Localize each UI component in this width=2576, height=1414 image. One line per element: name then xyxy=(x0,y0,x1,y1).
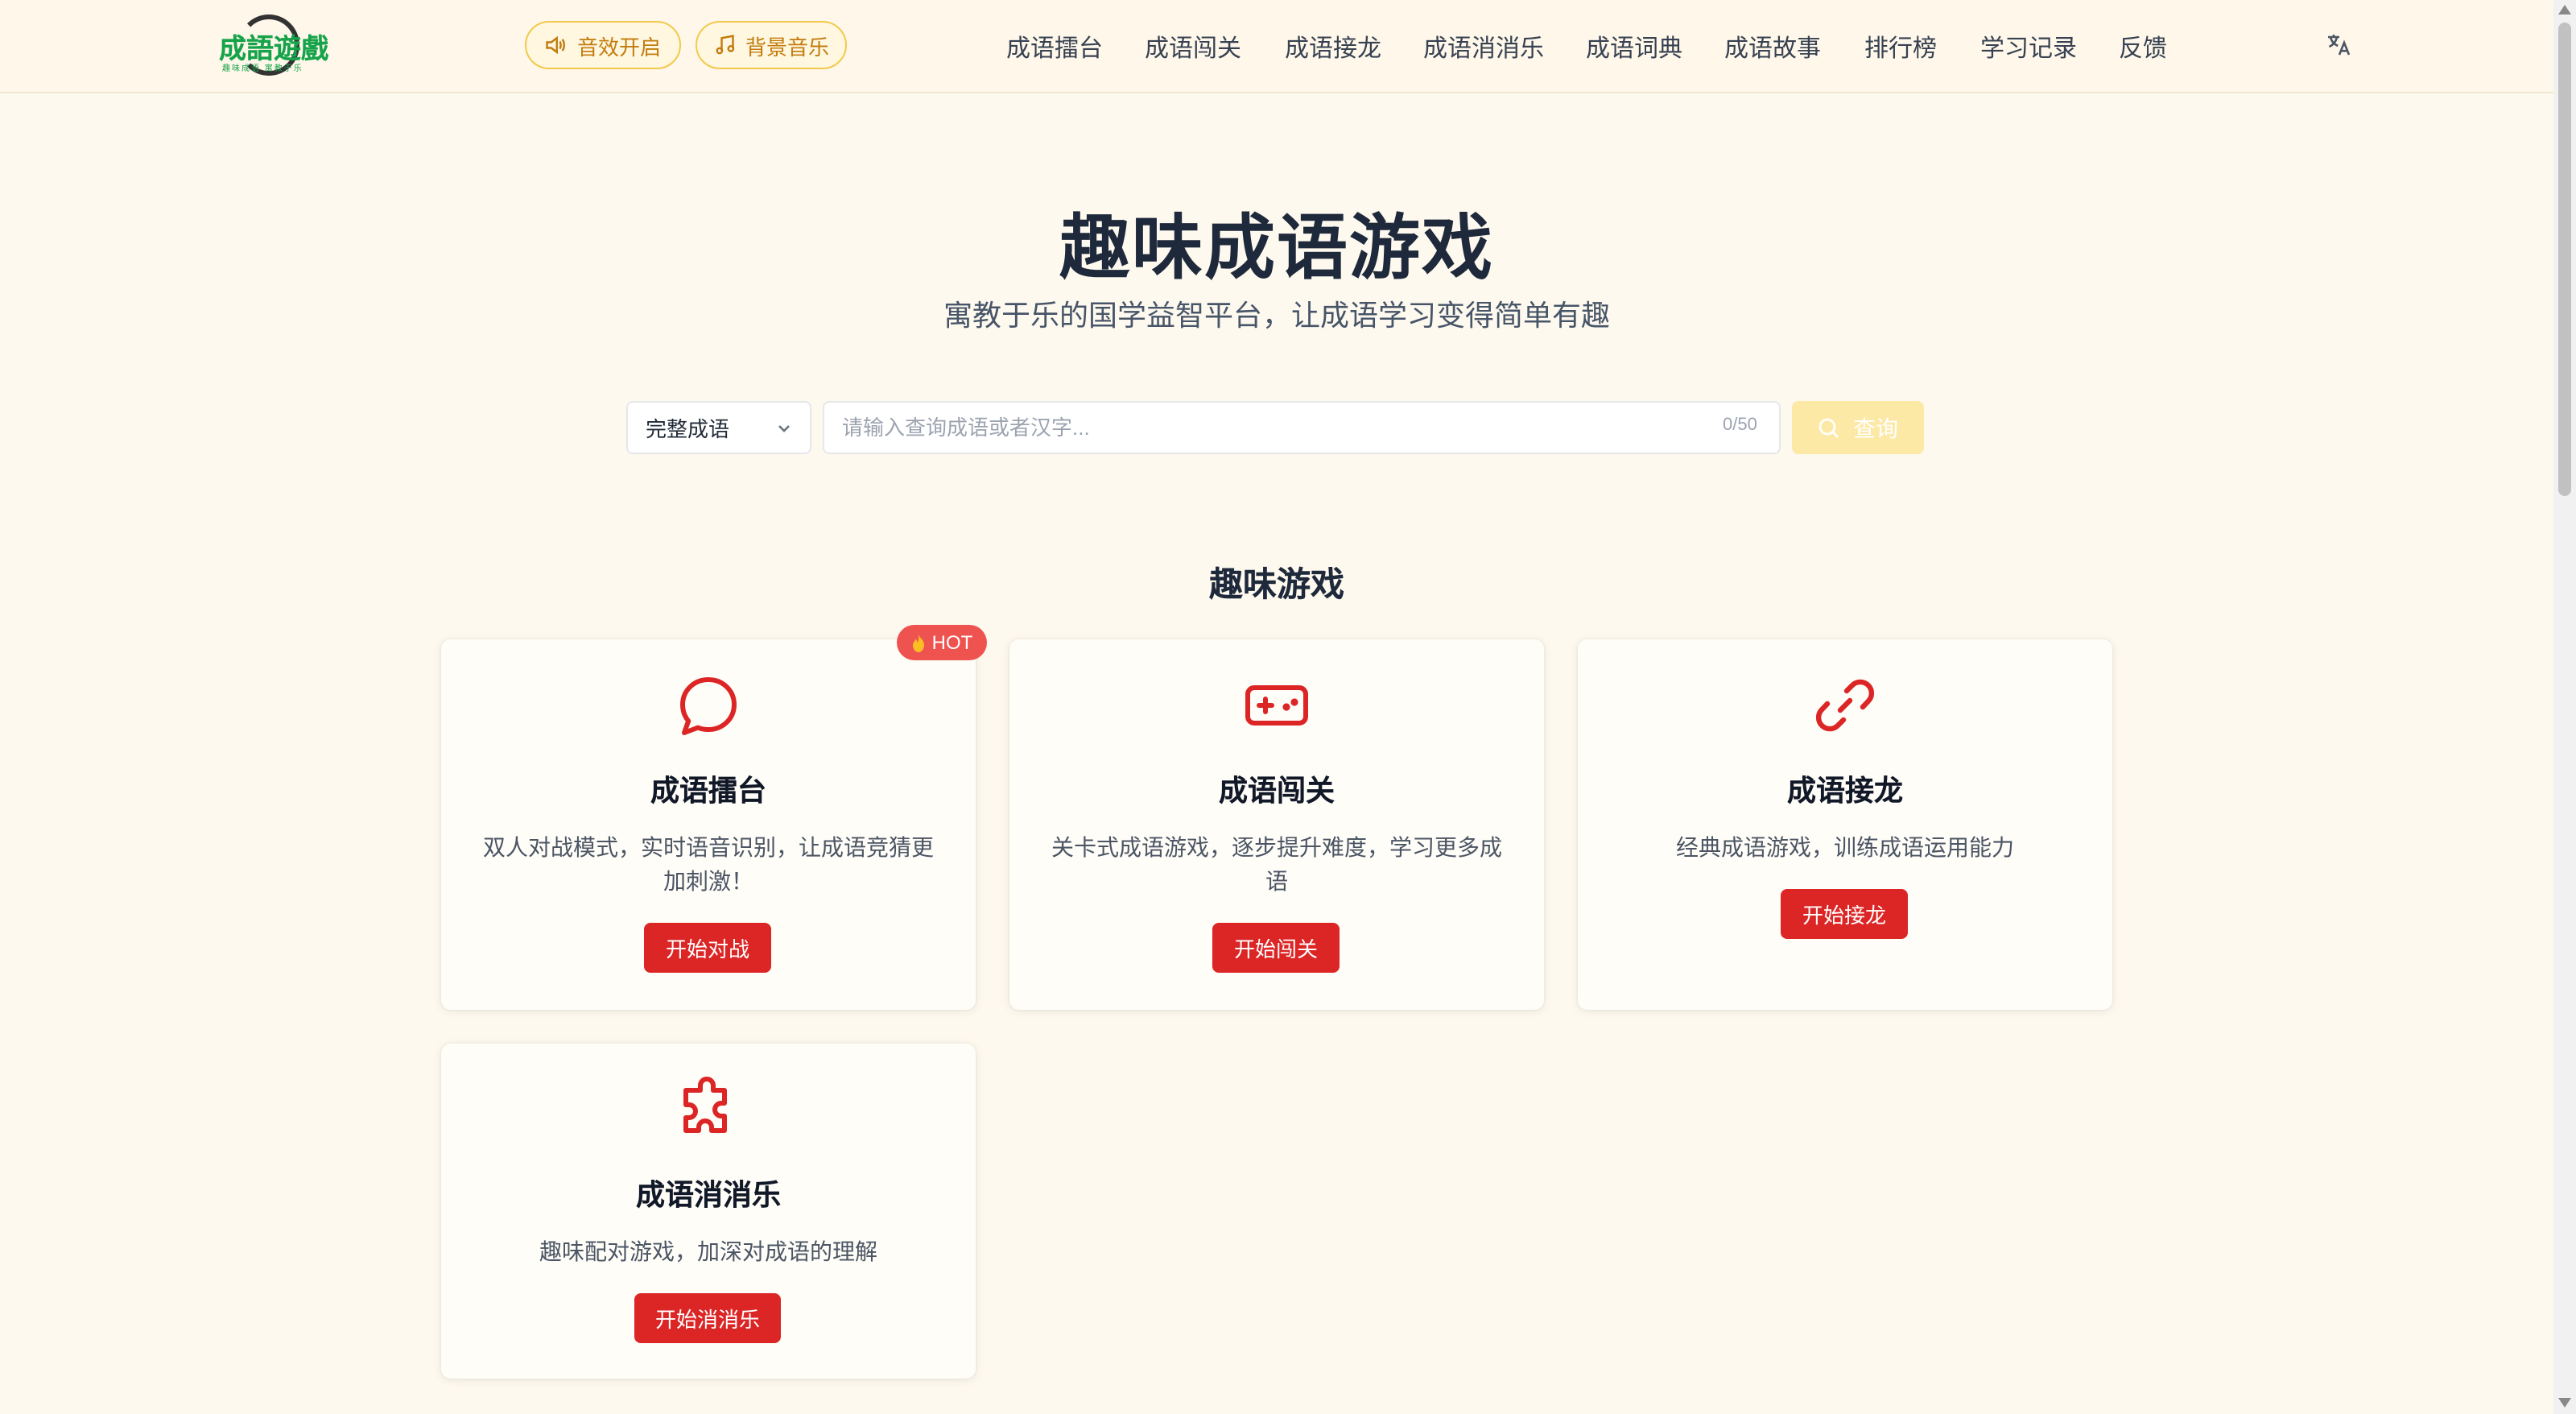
nav-item-dictionary[interactable]: 成语词典 xyxy=(1586,31,1682,64)
hot-badge: HOT xyxy=(897,625,987,660)
page-subtitle: 寓教于乐的国学益智平台，让成语学习变得简单有趣 xyxy=(943,300,1610,332)
game-card-chain[interactable]: 成语接龙 经典成语游戏，训练成语运用能力 开始接龙 xyxy=(1578,639,2112,1010)
nav-item-leaderboard[interactable]: 排行榜 xyxy=(1864,31,1937,64)
start-match-button[interactable]: 开始消消乐 xyxy=(634,1293,781,1343)
music-note-icon xyxy=(716,35,735,55)
search-mode-value: 完整成语 xyxy=(646,417,730,441)
logo-subtext: 趣味成语 寓教于乐 xyxy=(222,64,303,74)
game-card-match[interactable]: 成语消消乐 趣味配对游戏，加深对成语的理解 开始消消乐 xyxy=(441,1044,976,1379)
search-button[interactable]: 查询 xyxy=(1792,401,1924,454)
start-battle-button[interactable]: 开始对战 xyxy=(644,923,771,973)
puzzle-icon xyxy=(683,1077,727,1133)
search-icon xyxy=(1818,417,1839,437)
search-button-label: 查询 xyxy=(1853,415,1898,440)
site-logo[interactable]: 成語遊戲 趣味成语 寓教于乐 xyxy=(216,11,332,82)
nav-item-levels[interactable]: 成语闯关 xyxy=(1145,31,1241,64)
sound-toggle-button[interactable]: 音效开启 xyxy=(525,21,681,69)
translate-icon[interactable] xyxy=(2325,31,2354,60)
gamepad-icon xyxy=(1245,685,1308,726)
section-title-games: 趣味游戏 xyxy=(1209,567,1344,604)
game-card-title: 成语接龙 xyxy=(1787,775,1903,807)
scroll-down-arrow-icon[interactable] xyxy=(2558,1398,2571,1408)
page-title: 趣味成语游戏 xyxy=(1059,209,1494,288)
game-card-title: 成语擂台 xyxy=(650,775,766,807)
hot-badge-label: HOT xyxy=(931,631,973,654)
music-toggle-label: 背景音乐 xyxy=(745,35,829,59)
game-card-description: 关卡式成语游戏，逐步提升难度，学习更多成语 xyxy=(1051,834,1502,894)
game-card-levels[interactable]: 成语闯关 关卡式成语游戏，逐步提升难度，学习更多成语 开始闯关 xyxy=(1009,639,1544,1010)
start-chain-button[interactable]: 开始接龙 xyxy=(1781,889,1908,939)
flame-icon xyxy=(912,634,924,651)
game-card-description: 经典成语游戏，训练成语运用能力 xyxy=(1676,834,2014,860)
search-input[interactable] xyxy=(823,401,1781,454)
sound-toggle-label: 音效开启 xyxy=(576,35,661,59)
start-levels-button[interactable]: 开始闯关 xyxy=(1212,923,1340,973)
search-mode-select[interactable]: 完整成语 xyxy=(626,401,811,454)
scroll-up-arrow-icon[interactable] xyxy=(2558,5,2571,14)
music-toggle-button[interactable]: 背景音乐 xyxy=(696,21,847,69)
game-card-description: 趣味配对游戏，加深对成语的理解 xyxy=(539,1238,877,1264)
page-scrollbar[interactable] xyxy=(2553,0,2576,1414)
speaker-icon xyxy=(547,35,566,55)
nav-item-match[interactable]: 成语消消乐 xyxy=(1423,31,1544,64)
game-card-description: 双人对战模式，实时语音识别，让成语竞猜更加刺激！ xyxy=(483,834,934,894)
top-header: 成語遊戲 趣味成语 寓教于乐 音效开启 背景音乐 成语擂台 成语闯关 成语接龙 … xyxy=(0,0,2553,93)
game-card-arena[interactable]: 成语擂台 双人对战模式，实时语音识别，让成语竞猜更加刺激！ 开始对战 xyxy=(441,639,976,1010)
game-card-title: 成语消消乐 xyxy=(636,1179,781,1211)
chevron-down-icon xyxy=(778,425,790,432)
search-char-count: 0/50 xyxy=(1723,416,1757,435)
logo-text: 成語遊戲 xyxy=(219,34,328,66)
nav-item-history[interactable]: 学习记录 xyxy=(1980,31,2077,64)
game-card-title: 成语闯关 xyxy=(1219,775,1335,807)
nav-item-chain[interactable]: 成语接龙 xyxy=(1285,31,1381,64)
nav-item-stories[interactable]: 成语故事 xyxy=(1724,31,1821,64)
chat-bubble-icon xyxy=(680,677,737,735)
link-icon xyxy=(1815,679,1875,732)
scrollbar-thumb[interactable] xyxy=(2558,23,2571,496)
nav-item-feedback[interactable]: 反馈 xyxy=(2119,31,2167,64)
nav-item-arena[interactable]: 成语擂台 xyxy=(1006,31,1103,64)
